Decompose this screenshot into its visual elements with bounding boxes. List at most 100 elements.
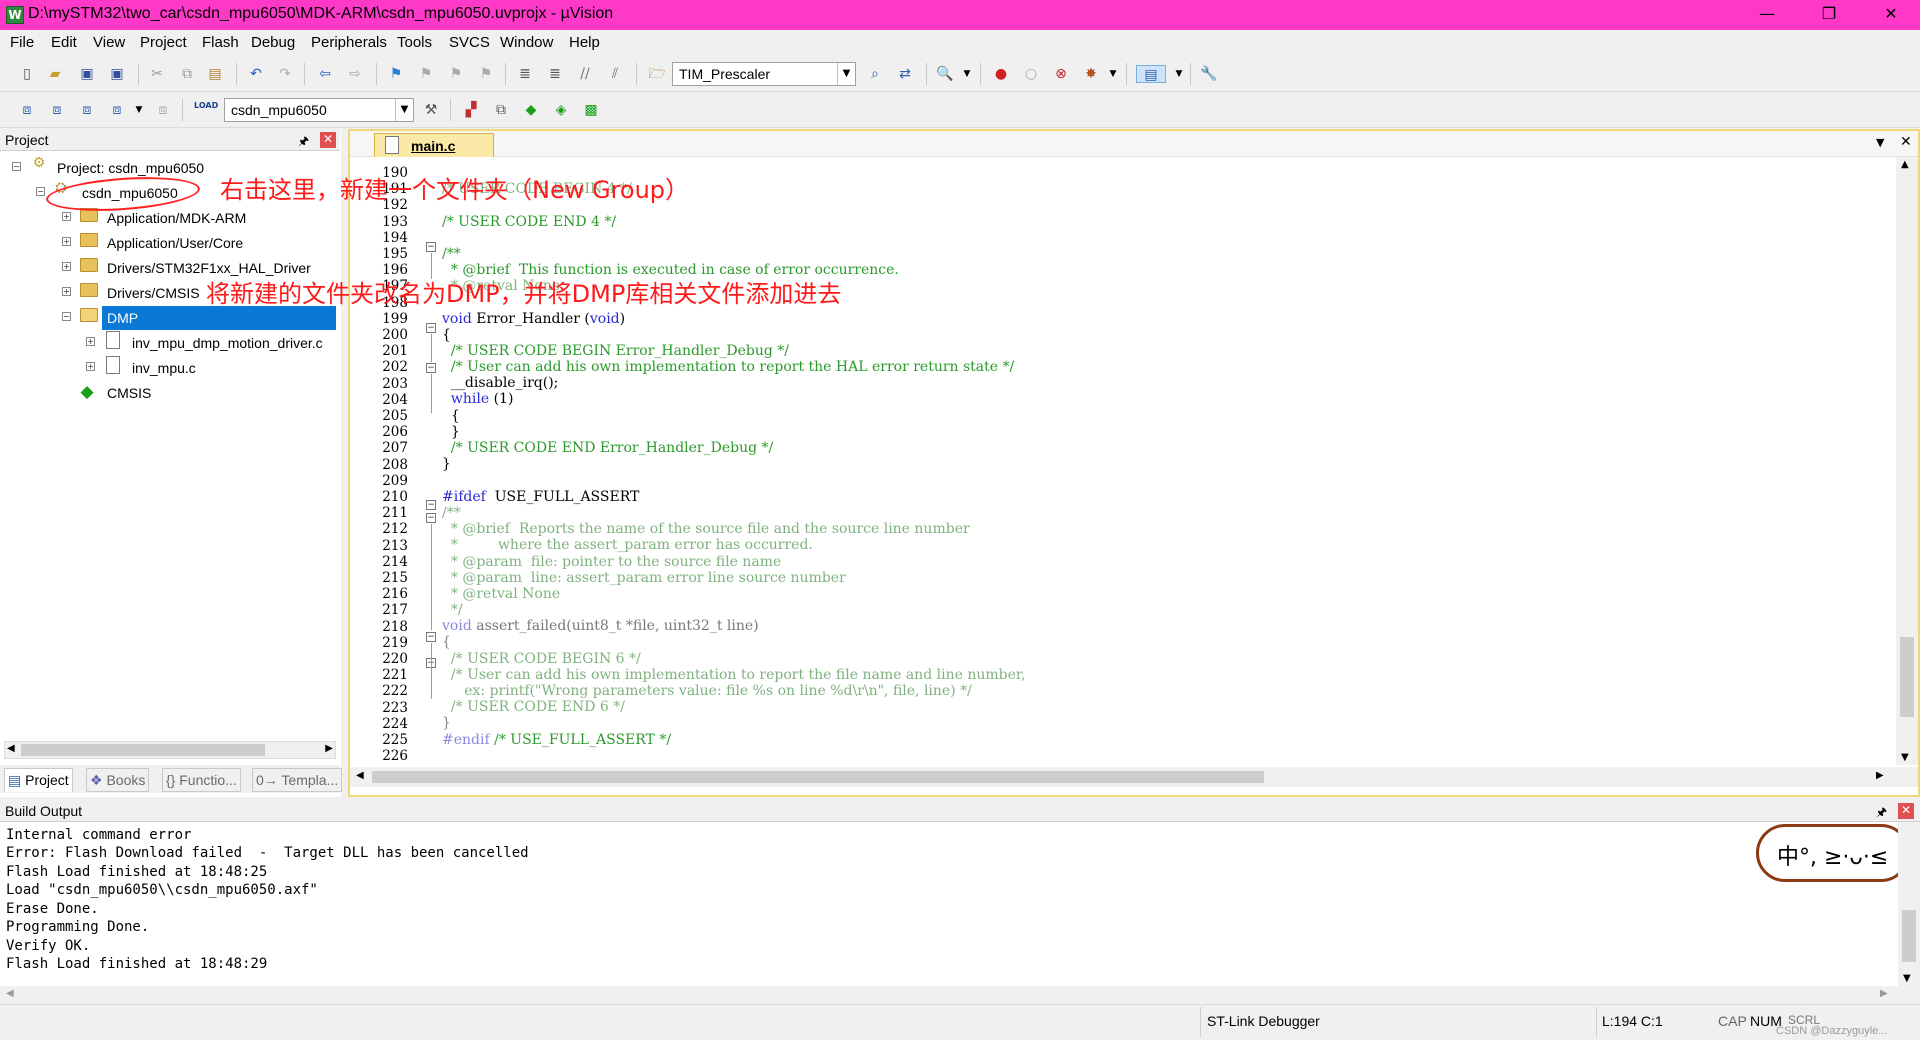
cut-icon[interactable]: ✂ <box>148 65 166 83</box>
tree-file-inv-mpu[interactable]: inv_mpu.c <box>132 356 196 380</box>
window-layout-icon[interactable]: ▤ <box>1136 65 1166 83</box>
menu-peripherals[interactable]: Peripherals <box>311 34 387 51</box>
undo-icon[interactable]: ↶ <box>247 65 265 83</box>
new-file-icon[interactable]: ▯ <box>18 65 36 83</box>
target-combo[interactable]: csdn_mpu6050 ▼ <box>224 98 414 122</box>
stop-build-icon[interactable]: ⧈ <box>154 101 172 119</box>
target-options-icon[interactable]: ⚒ <box>422 101 440 119</box>
expand-icon[interactable]: + <box>62 237 71 246</box>
chevron-down-icon[interactable]: ▼ <box>958 65 976 83</box>
fold-collapse-icon[interactable]: − <box>426 500 436 510</box>
menu-file[interactable]: File <box>10 34 34 51</box>
navigate-back-icon[interactable]: ⇦ <box>316 65 334 83</box>
fold-collapse-icon[interactable]: − <box>426 632 436 642</box>
menu-debug[interactable]: Debug <box>251 34 295 51</box>
chevron-down-icon[interactable]: ▼ <box>130 101 148 119</box>
scroll-left-icon[interactable]: ◀ <box>356 770 364 781</box>
editor-vertical-scrollbar[interactable]: ▲ ▼ <box>1896 157 1918 765</box>
expand-icon[interactable]: + <box>62 262 71 271</box>
restore-button[interactable]: ❐ <box>1806 0 1852 30</box>
tree-file-inv-mpu-dmp-motion-driver[interactable]: inv_mpu_dmp_motion_driver.c <box>132 331 323 355</box>
breakpoint-clear-icon[interactable]: ⊗ <box>1052 65 1070 83</box>
expand-icon[interactable]: + <box>86 337 95 346</box>
bookmark-clear-icon[interactable]: ⚑ <box>477 65 495 83</box>
redo-icon[interactable]: ↷ <box>276 65 294 83</box>
fold-collapse-icon[interactable]: − <box>426 363 436 373</box>
tree-group-dmp[interactable]: DMP <box>107 306 138 330</box>
menu-tools[interactable]: Tools <box>397 34 432 51</box>
tab-main-c[interactable]: main.c <box>374 133 494 157</box>
batch-build-icon[interactable]: ⧈ <box>108 101 126 119</box>
uncomment-icon[interactable]: ⫽ <box>606 65 624 83</box>
scroll-down-icon[interactable]: ▼ <box>1901 752 1909 763</box>
manage-project-items-icon[interactable]: ▞ <box>462 101 480 119</box>
tab-templates[interactable]: 0→ Templa... <box>252 768 343 792</box>
pack-installer-icon[interactable]: ▩ <box>582 101 600 119</box>
pin-icon[interactable]: 🖈 <box>1876 803 1887 824</box>
save-icon[interactable]: ▣ <box>78 65 96 83</box>
incremental-find-icon[interactable]: ⌕ <box>866 65 884 83</box>
build-icon[interactable]: ⧈ <box>48 101 66 119</box>
navigate-forward-icon[interactable]: ⇨ <box>346 65 364 83</box>
load-download-icon[interactable]: LOAD <box>194 101 218 119</box>
close-icon[interactable]: ✕ <box>1898 803 1914 819</box>
close-window-button[interactable]: ✕ <box>1868 0 1914 30</box>
scrollbar-thumb[interactable] <box>1900 637 1914 717</box>
scroll-up-icon[interactable]: ▲ <box>1901 159 1909 170</box>
scrollbar-thumb[interactable] <box>372 771 1264 783</box>
pack-installer-select-icon[interactable]: ◈ <box>552 101 570 119</box>
debug-session-icon[interactable]: 🔍 <box>936 65 954 83</box>
tab-project[interactable]: ▤ Project <box>4 768 73 792</box>
chevron-down-icon[interactable]: ▼ <box>1170 65 1188 83</box>
rebuild-icon[interactable]: ⧈ <box>78 101 96 119</box>
editor-horizontal-scrollbar[interactable]: ◀ ▶ <box>350 767 1918 787</box>
tab-functions[interactable]: {} Functio... <box>162 768 241 792</box>
close-editor-icon[interactable]: ✕ <box>1900 134 1912 150</box>
breakpoint-disable-icon[interactable]: ○ <box>1022 65 1040 83</box>
minimize-button[interactable]: — <box>1744 0 1790 30</box>
tree-project-root[interactable]: Project: csdn_mpu6050 <box>57 156 204 180</box>
menu-svcs[interactable]: SVCS <box>449 34 490 51</box>
unindent-icon[interactable]: ≣ <box>546 65 564 83</box>
tree-group-drivers-hal[interactable]: Drivers/STM32F1xx_HAL_Driver <box>107 256 311 280</box>
code-area[interactable]: 190 191 192 193 194 195 196 197 198 199 200 201 202 2… <box>350 157 1890 765</box>
close-icon[interactable]: ✕ <box>320 132 336 148</box>
build-vertical-scrollbar[interactable]: ▼ <box>1898 822 1920 986</box>
collapse-icon[interactable]: − <box>36 187 45 196</box>
chevron-down-icon[interactable]: ▼ <box>1104 65 1122 83</box>
copy-icon[interactable]: ⧉ <box>178 65 196 83</box>
paste-icon[interactable]: ▤ <box>206 65 224 83</box>
menu-edit[interactable]: Edit <box>51 34 77 51</box>
find-combo[interactable]: TIM_Prescaler ▼ <box>672 62 856 86</box>
bookmark-prev-icon[interactable]: ⚑ <box>417 65 435 83</box>
expand-icon[interactable]: + <box>62 287 71 296</box>
tab-list-dropdown-icon[interactable]: ▼ <box>1876 136 1884 149</box>
chevron-down-icon[interactable]: ▼ <box>837 63 855 85</box>
project-horizontal-scrollbar[interactable]: ◀ ▶ <box>4 741 336 759</box>
translate-icon[interactable]: ⧈ <box>18 101 36 119</box>
collapse-icon[interactable]: − <box>62 312 71 321</box>
scroll-left-icon[interactable]: ◀ <box>6 988 14 999</box>
pin-icon[interactable]: 🖈 <box>298 132 309 153</box>
scroll-right-icon[interactable]: ▶ <box>1880 988 1888 999</box>
scroll-right-icon[interactable]: ▶ <box>325 743 333 754</box>
scroll-down-icon[interactable]: ▼ <box>1903 973 1911 984</box>
fold-collapse-icon[interactable]: − <box>426 242 436 252</box>
replace-icon[interactable]: ⇄ <box>896 65 914 83</box>
breakpoint-icon[interactable]: ● <box>992 65 1010 83</box>
scroll-left-icon[interactable]: ◀ <box>7 743 15 754</box>
tree-group-drivers-cmsis[interactable]: Drivers/CMSIS <box>107 281 200 305</box>
tree-group-application-user-core[interactable]: Application/User/Core <box>107 231 243 255</box>
expand-icon[interactable]: + <box>86 362 95 371</box>
comment-icon[interactable]: // <box>576 65 594 83</box>
menu-help[interactable]: Help <box>569 34 600 51</box>
menu-flash[interactable]: Flash <box>202 34 239 51</box>
save-all-icon[interactable]: ▣ <box>108 65 126 83</box>
menu-project[interactable]: Project <box>140 34 187 51</box>
fold-collapse-icon[interactable]: − <box>426 323 436 333</box>
expand-icon[interactable]: + <box>62 212 71 221</box>
breakpoint-kill-icon[interactable]: ✸ <box>1082 65 1100 83</box>
configure-tools-icon[interactable]: 🔧 <box>1200 65 1218 83</box>
indent-icon[interactable]: ≣ <box>516 65 534 83</box>
scrollbar-thumb[interactable] <box>1902 910 1916 962</box>
